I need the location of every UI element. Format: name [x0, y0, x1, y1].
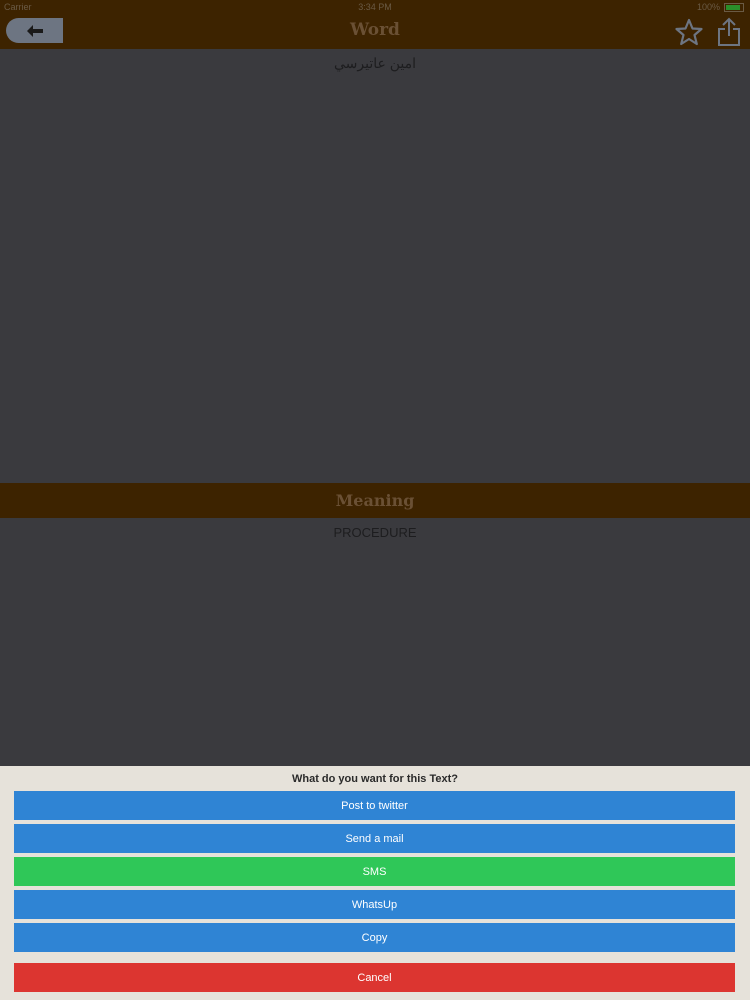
share-button[interactable] — [714, 17, 744, 47]
battery-icon — [724, 2, 744, 12]
copy-button[interactable]: Copy — [14, 923, 735, 952]
action-sheet: What do you want for this Text? Post to … — [0, 766, 750, 1000]
word-display: امين عاتيرسي — [2, 49, 748, 483]
action-sheet-title: What do you want for this Text? — [291, 773, 458, 785]
battery-percent: 100% — [696, 2, 720, 12]
share-icon — [718, 17, 740, 46]
nav-bar: Word — [0, 14, 750, 49]
post-to-twitter-label: Post to twitter — [341, 799, 408, 812]
meaning-display: PROCEDURE — [2, 518, 748, 766]
whatsup-label: WhatsUp — [351, 898, 398, 911]
status-bar: Carrier 3:34 PM 100% — [0, 0, 750, 14]
meaning-header: Meaning — [0, 483, 750, 518]
page-title: Word — [350, 20, 400, 40]
post-to-twitter-button[interactable]: Post to twitter — [14, 791, 735, 820]
copy-label: Copy — [361, 931, 388, 944]
meaning-title: Meaning — [335, 491, 415, 510]
status-time: 3:34 PM — [358, 2, 392, 12]
send-mail-label: Send a mail — [345, 832, 404, 845]
cancel-label: Cancel — [357, 971, 392, 984]
star-icon — [675, 18, 703, 46]
whatsup-button[interactable]: WhatsUp — [14, 890, 735, 919]
send-mail-button[interactable]: Send a mail — [14, 824, 735, 853]
cancel-button[interactable]: Cancel — [14, 963, 735, 992]
favorite-button[interactable] — [674, 17, 704, 47]
sms-label: SMS — [362, 865, 387, 878]
meaning-text: PROCEDURE — [333, 525, 417, 540]
word-text: امين عاتيرسي — [333, 55, 417, 71]
sms-button[interactable]: SMS — [14, 857, 735, 886]
battery-status: 100% — [697, 2, 744, 12]
